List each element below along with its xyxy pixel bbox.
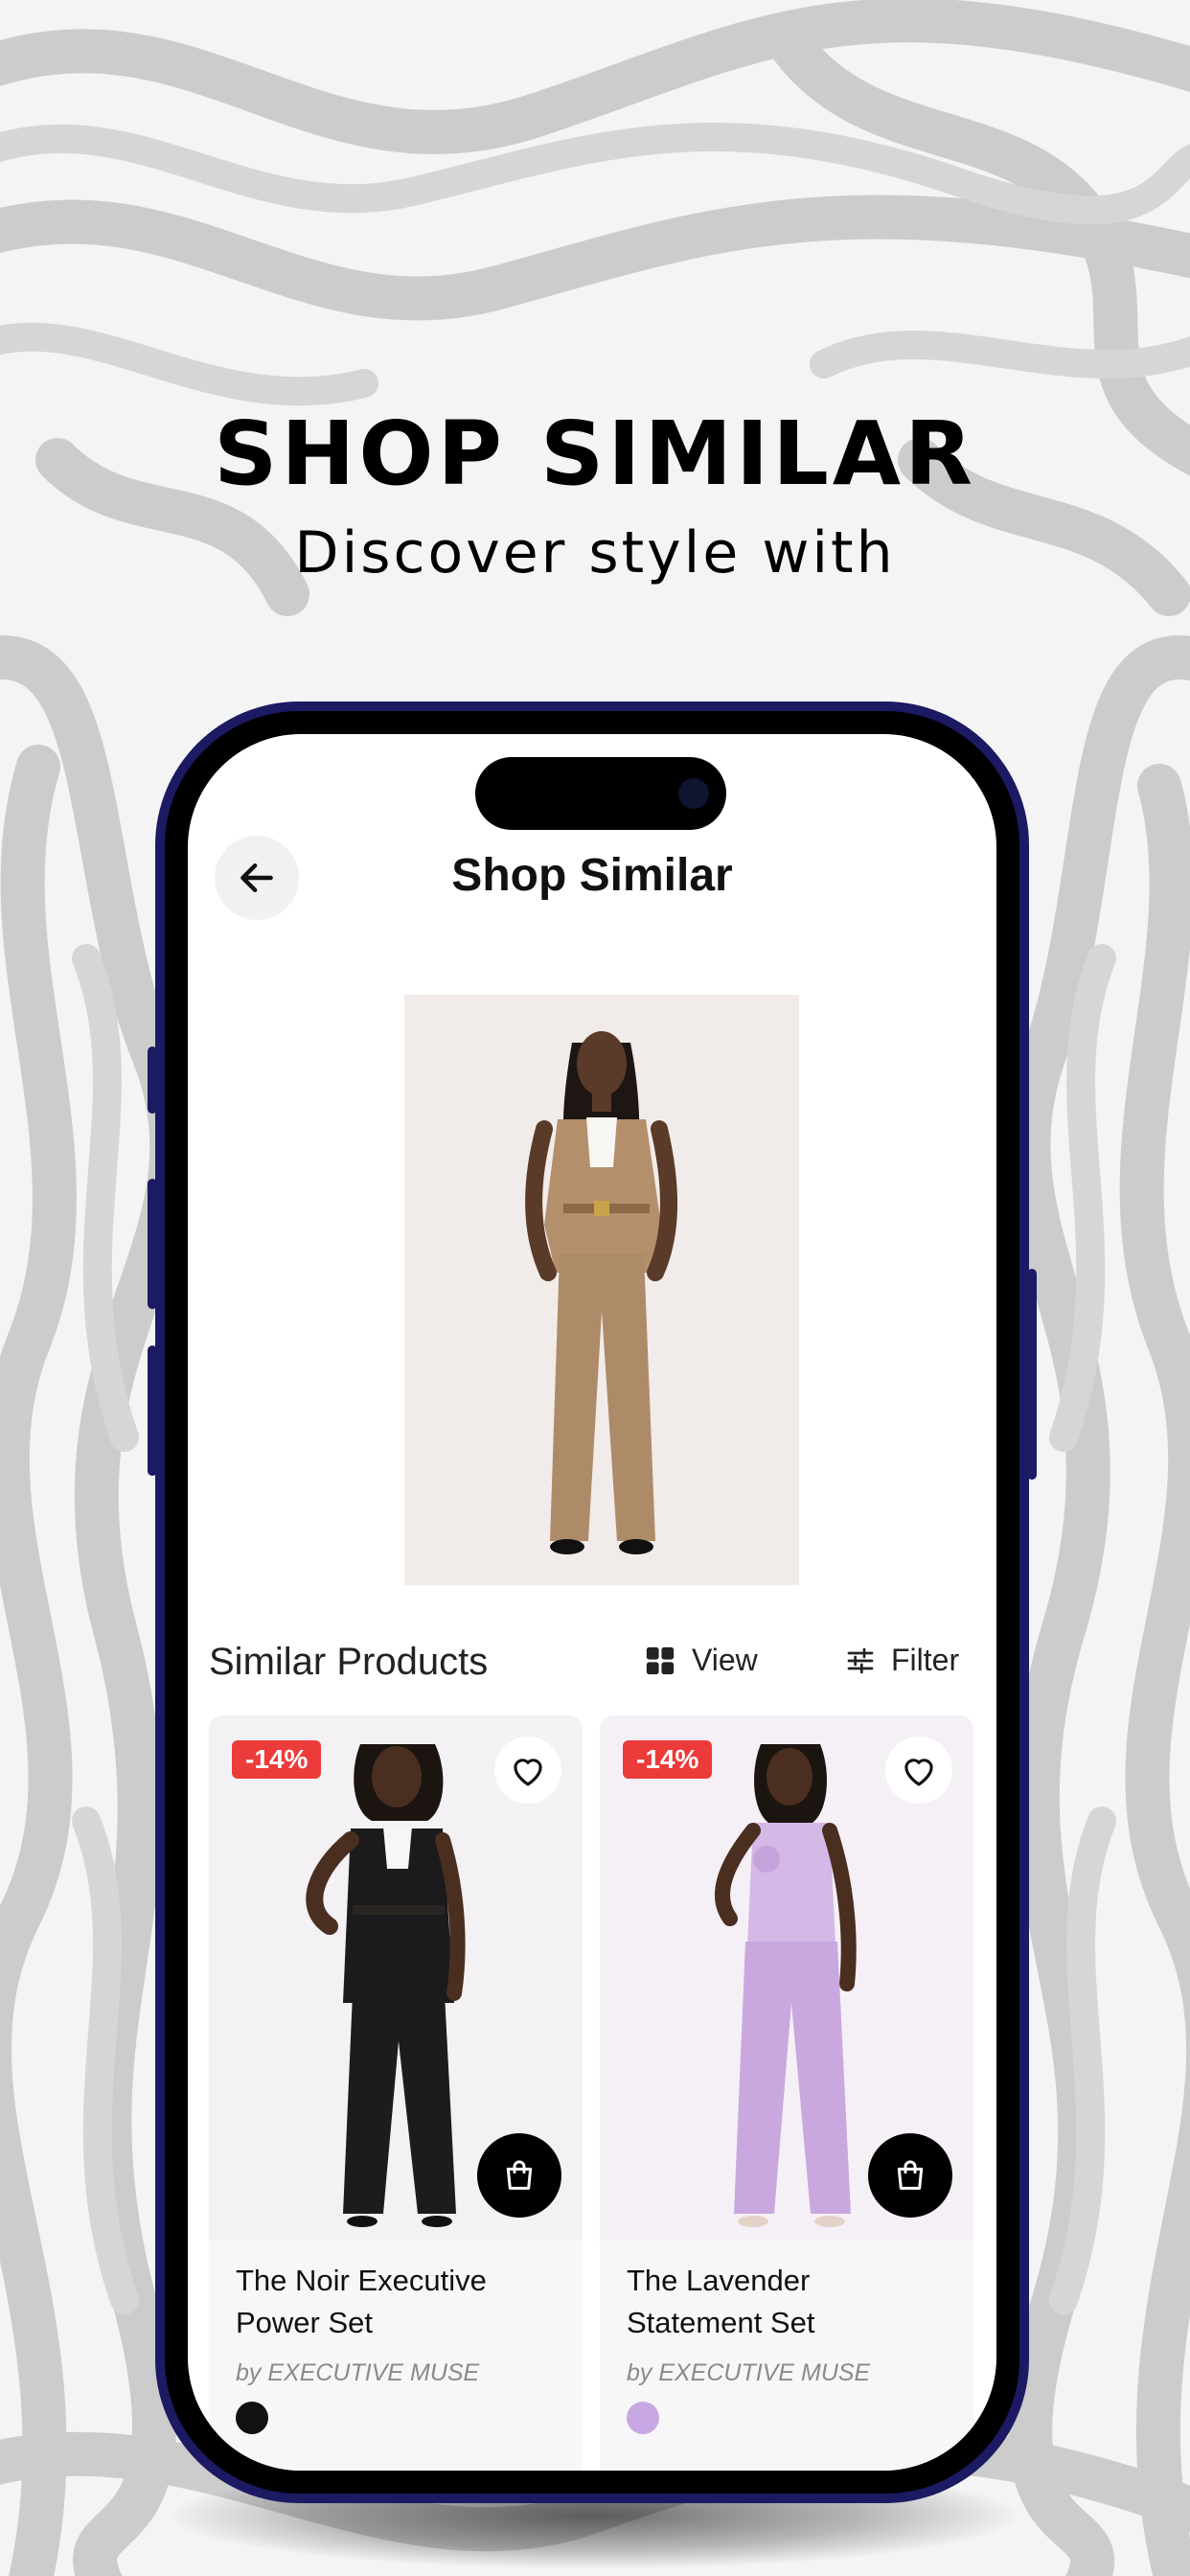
product-image[interactable]: -14% <box>209 1715 583 2241</box>
phone-bezel: Shop Similar Similar Products View Filte… <box>165 711 1019 2494</box>
heart-outline-icon <box>514 1759 542 1786</box>
dynamic-island <box>475 757 726 830</box>
add-to-cart-button[interactable] <box>477 2133 561 2218</box>
color-swatch[interactable] <box>236 2402 268 2434</box>
wishlist-button[interactable] <box>885 1736 952 1804</box>
shopping-bag-icon <box>506 2160 533 2190</box>
page-title: Shop Similar <box>451 850 733 901</box>
discount-badge: -14% <box>623 1740 713 1779</box>
phone-volume-up-button <box>148 1179 157 1309</box>
promo-title: SHOP SIMILAR <box>214 402 976 505</box>
phone-action-button <box>148 1046 157 1114</box>
add-to-cart-button[interactable] <box>868 2133 952 2218</box>
product-brand: by EXECUTIVE MUSE <box>236 2359 480 2386</box>
main-product-image[interactable] <box>404 995 799 1585</box>
view-toggle-button[interactable]: View <box>644 1643 758 1678</box>
phone-volume-down-button <box>148 1346 157 1476</box>
product-name[interactable]: The Noir Executive Power Set <box>236 2260 561 2344</box>
phone-power-button <box>1027 1269 1037 1480</box>
wishlist-button[interactable] <box>494 1736 561 1804</box>
shopping-bag-icon <box>897 2160 924 2190</box>
sliders-icon <box>847 1647 874 1673</box>
product-brand: by EXECUTIVE MUSE <box>627 2359 871 2386</box>
discount-badge: -14% <box>232 1740 322 1779</box>
product-card[interactable]: -14% The Lavender Statement Set by EXECU… <box>600 1715 973 2471</box>
model-photo-tan-suit <box>404 995 799 1585</box>
filter-button[interactable]: Filter <box>845 1643 959 1678</box>
view-label: View <box>692 1643 758 1677</box>
phone-mockup: Shop Similar Similar Products View Filte… <box>148 702 1037 2503</box>
section-title: Similar Products <box>209 1641 489 1683</box>
app-screen: Shop Similar Similar Products View Filte… <box>188 734 996 2471</box>
heart-outline-icon <box>904 1759 933 1786</box>
filter-label: Filter <box>891 1643 960 1677</box>
product-image[interactable]: -14% <box>600 1715 973 2241</box>
grid-icon <box>646 1646 675 1674</box>
promo-subtitle: Discover style with <box>294 519 896 586</box>
product-card[interactable]: -14% The Noir Executive Power Set by EXE… <box>209 1715 583 2471</box>
product-name[interactable]: The Lavender Statement Set <box>627 2260 952 2344</box>
camera-icon <box>678 778 709 809</box>
color-swatch[interactable] <box>627 2402 659 2434</box>
